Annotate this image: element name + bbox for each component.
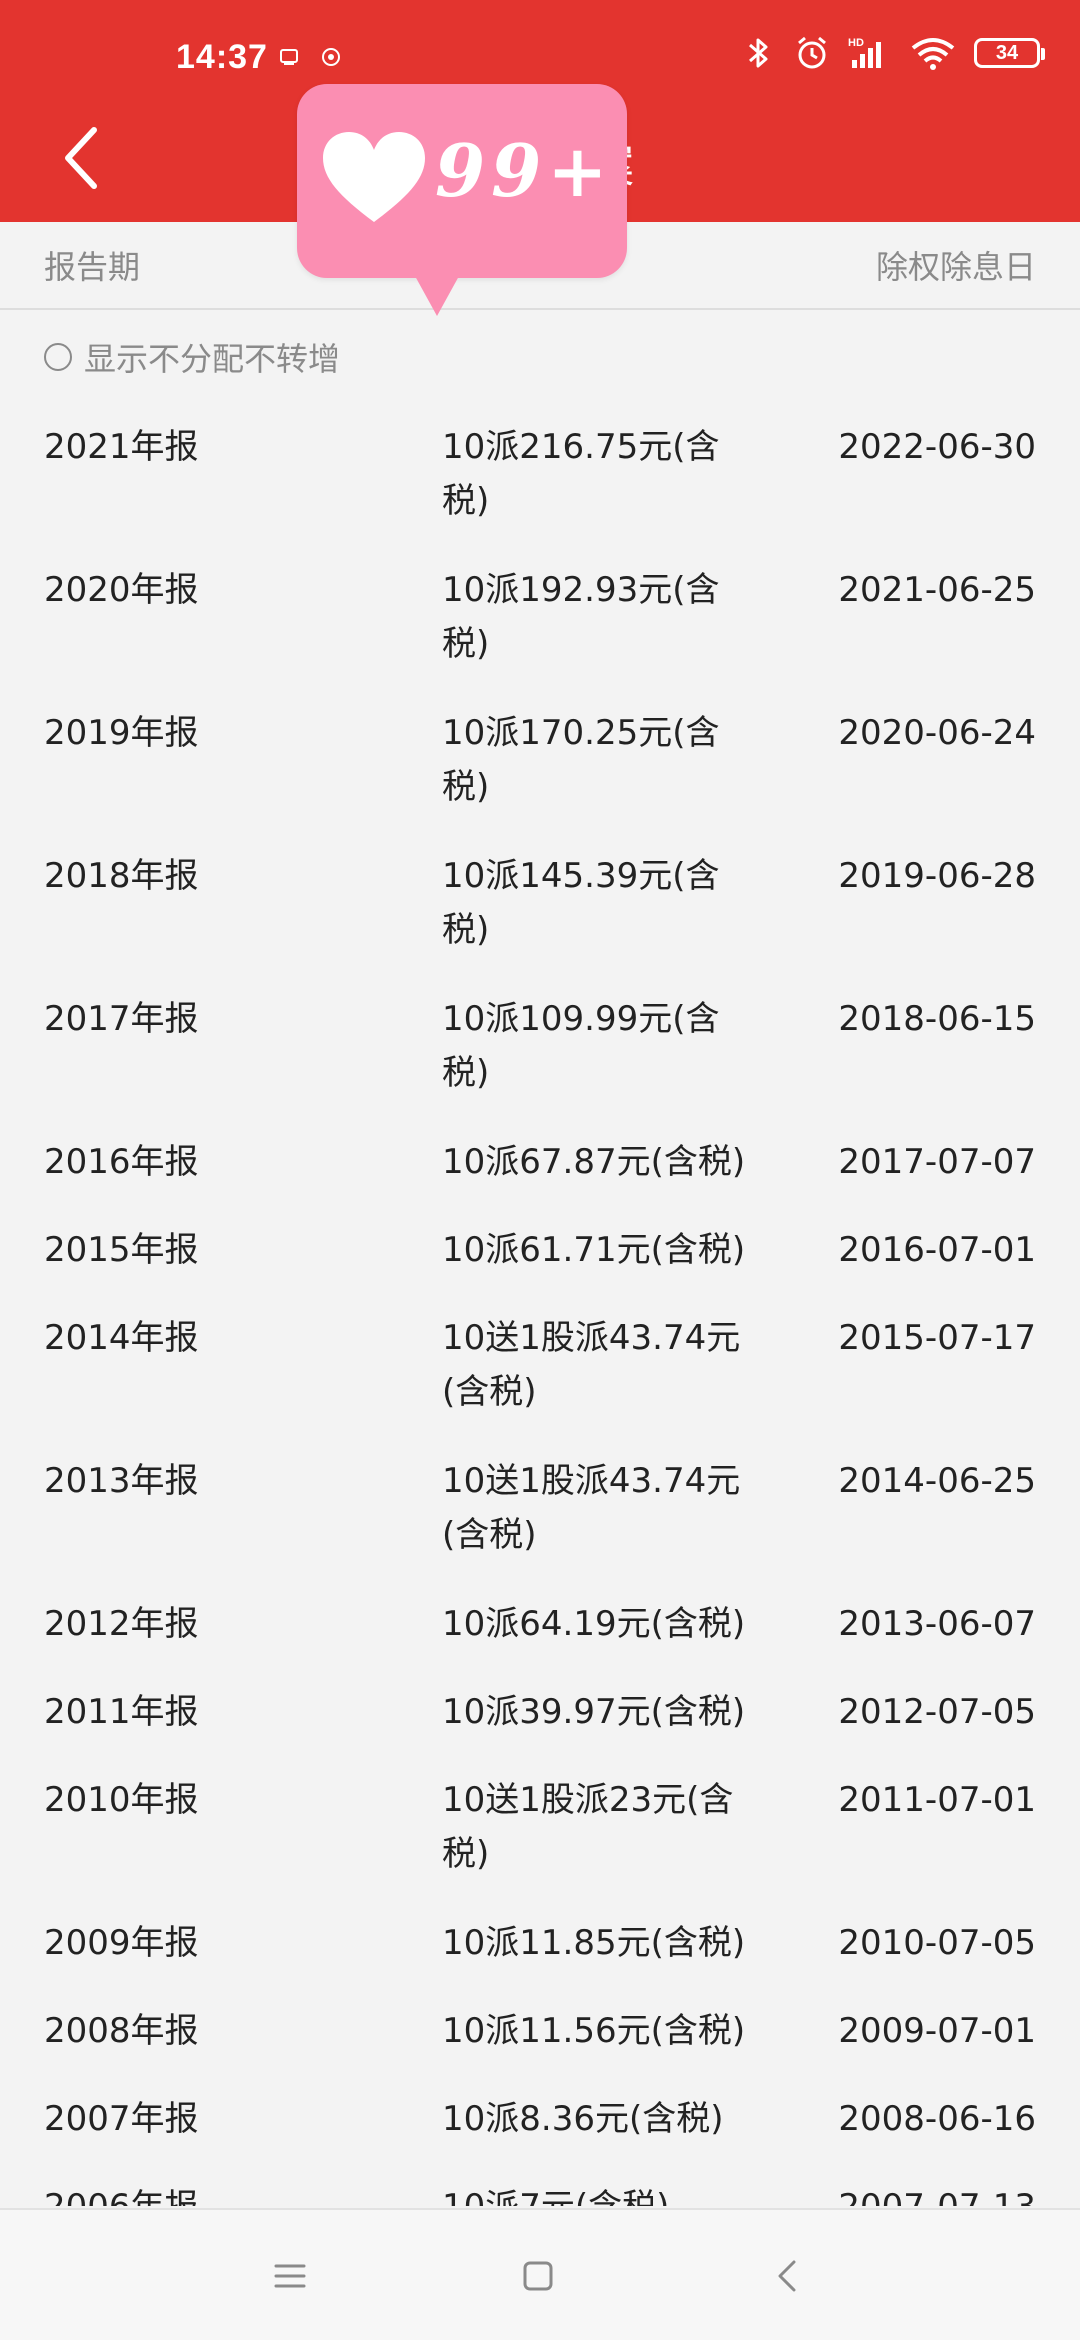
notification-icon: [280, 49, 298, 65]
dividend-plan: 10派109.99元(含税): [442, 999, 720, 1093]
status-notification-icons: [278, 46, 342, 68]
dividend-plan: 10派192.93元(含税): [442, 570, 720, 664]
dividend-plan: 10送1股派43.74元(含税): [442, 1461, 741, 1555]
status-time: 14:37: [176, 38, 268, 76]
battery-level: 34: [995, 41, 1019, 64]
wifi-icon: [911, 38, 955, 70]
status-right-icons: HD 34: [740, 34, 1045, 72]
ex-dividend-date: 2010-07-05: [838, 1923, 1036, 1963]
report-period: 2016年报: [44, 1142, 199, 1182]
dividend-plan: 10派64.19元(含税): [442, 1604, 746, 1644]
report-period: 2021年报: [44, 427, 199, 467]
table-row[interactable]: 2018年报 10派145.39元(含税) 2019-06-28: [0, 825, 1080, 968]
report-period: 2007年报: [44, 2099, 199, 2139]
report-period: 2019年报: [44, 713, 199, 753]
report-period: 2010年报: [44, 1780, 199, 1820]
ex-dividend-date: 2022-06-30: [838, 427, 1036, 467]
table-row[interactable]: 2017年报 10派109.99元(含税) 2018-06-15: [0, 968, 1080, 1111]
dividend-plan: 10派61.71元(含税): [442, 1230, 746, 1270]
dividend-plan: 10派216.75元(含税): [442, 427, 720, 521]
dividend-plan: 10派8.36元(含税): [442, 2099, 724, 2139]
report-period: 2015年报: [44, 1230, 199, 1270]
dividend-plan: 10派11.56元(含税): [442, 2011, 746, 2051]
ex-dividend-date: 2014-06-25: [838, 1461, 1036, 1501]
report-period: 2020年报: [44, 570, 199, 610]
menu-button[interactable]: [270, 2256, 310, 2296]
ex-dividend-date: 2020-06-24: [838, 713, 1036, 753]
table-row[interactable]: 2021年报 10派216.75元(含税) 2022-06-30: [0, 396, 1080, 539]
dividend-plan: 10派7元(含税): [442, 2180, 669, 2206]
hide-zero-dividend-toggle[interactable]: 显示不分配不转增: [44, 334, 340, 380]
report-period: 2013年报: [44, 1461, 199, 1501]
column-ex-date: 除权除息日: [875, 248, 1036, 286]
app-notification-icon: [322, 48, 340, 66]
table-row[interactable]: 2011年报 10派39.97元(含税) 2012-07-05: [0, 1661, 1080, 1749]
ex-dividend-date: 2019-06-28: [838, 856, 1036, 896]
ex-dividend-date: 2017-07-07: [838, 1142, 1036, 1182]
ex-dividend-date: 2007-07-13: [838, 2180, 1036, 2206]
dividend-plan: 10派170.25元(含税): [442, 713, 720, 807]
like-count: 99+: [435, 128, 614, 213]
heart-icon: [323, 132, 425, 222]
report-period: 2017年报: [44, 999, 199, 1039]
ex-dividend-date: 2011-07-01: [838, 1780, 1036, 1820]
ex-dividend-date: 2021-06-25: [838, 570, 1036, 610]
dividend-plan: 10送1股派43.74元(含税): [442, 1318, 741, 1412]
report-period: 2006年报: [44, 2180, 199, 2206]
table-row[interactable]: 2006年报 10派7元(含税) 2007-07-13: [0, 2156, 1080, 2206]
table-row[interactable]: 2012年报 10派64.19元(含税) 2013-06-07: [0, 1573, 1080, 1661]
radio-unchecked-icon: [44, 343, 72, 371]
report-period: 2011年报: [44, 1692, 199, 1732]
menu-icon: [274, 2264, 306, 2288]
home-button[interactable]: [518, 2256, 558, 2296]
report-period: 2018年报: [44, 856, 199, 896]
dividend-plan: 10送1股派23元(含税): [442, 1780, 734, 1874]
battery-icon: 34: [974, 38, 1045, 68]
ex-dividend-date: 2015-07-17: [838, 1318, 1036, 1358]
dividend-plan: 10派11.85元(含税): [442, 1923, 746, 1963]
hd-signal-icon: HD: [848, 37, 881, 68]
table-row[interactable]: 2016年报 10派67.87元(含税) 2017-07-07: [0, 1111, 1080, 1199]
report-period: 2014年报: [44, 1318, 199, 1358]
report-period: 2009年报: [44, 1923, 199, 1963]
report-period: 2012年报: [44, 1604, 199, 1644]
ex-dividend-date: 2016-07-01: [838, 1230, 1036, 1270]
table-row[interactable]: 2015年报 10派61.71元(含税) 2016-07-01: [0, 1199, 1080, 1287]
table-row[interactable]: 2014年报 10送1股派43.74元(含税) 2015-07-17: [0, 1287, 1080, 1430]
ex-dividend-date: 2018-06-15: [838, 999, 1036, 1039]
dividend-plan: 10派145.39元(含税): [442, 856, 720, 950]
ex-dividend-date: 2012-07-05: [838, 1692, 1036, 1732]
system-back-button[interactable]: [768, 2256, 808, 2296]
svg-text:HD: HD: [848, 37, 864, 49]
table-row[interactable]: 2010年报 10送1股派23元(含税) 2011-07-01: [0, 1749, 1080, 1892]
table-row[interactable]: 2013年报 10送1股派43.74元(含税) 2014-06-25: [0, 1430, 1080, 1573]
bluetooth-icon: [749, 38, 768, 68]
table-row[interactable]: 2019年报 10派170.25元(含税) 2020-06-24: [0, 682, 1080, 825]
table-row[interactable]: 2007年报 10派8.36元(含税) 2008-06-16: [0, 2068, 1080, 2156]
dividend-plan: 10派39.97元(含税): [442, 1692, 746, 1732]
dividend-list[interactable]: 2021年报 10派216.75元(含税) 2022-06-30 2020年报 …: [0, 396, 1080, 2206]
filter-label: 显示不分配不转增: [84, 340, 341, 378]
system-nav-bar: [0, 2208, 1080, 2340]
back-triangle-icon: [778, 2260, 796, 2292]
ex-dividend-date: 2013-06-07: [838, 1604, 1036, 1644]
dividend-plan: 10派67.87元(含税): [442, 1142, 746, 1182]
table-row[interactable]: 2008年报 10派11.56元(含税) 2009-07-01: [0, 1980, 1080, 2068]
alarm-icon: [798, 36, 826, 69]
home-square-icon: [523, 2261, 553, 2291]
column-period: 报告期: [44, 248, 141, 286]
report-period: 2008年报: [44, 2011, 199, 2051]
like-badge[interactable]: 99+: [297, 84, 627, 316]
ex-dividend-date: 2009-07-01: [838, 2011, 1036, 2051]
ex-dividend-date: 2008-06-16: [838, 2099, 1036, 2139]
table-row[interactable]: 2020年报 10派192.93元(含税) 2021-06-25: [0, 539, 1080, 682]
table-row[interactable]: 2009年报 10派11.85元(含税) 2010-07-05: [0, 1892, 1080, 1980]
